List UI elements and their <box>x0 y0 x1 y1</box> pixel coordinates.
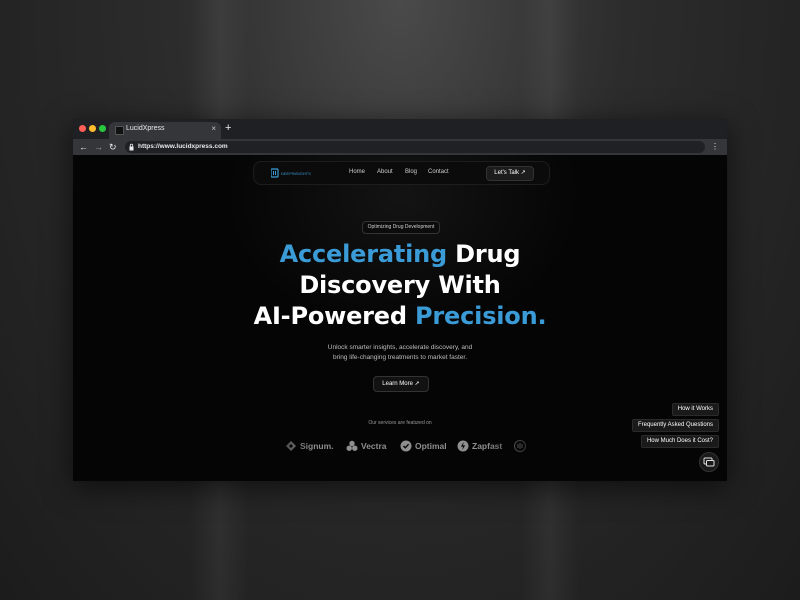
reload-icon[interactable]: ↻ <box>109 140 117 154</box>
maximize-window-button[interactable] <box>99 125 106 132</box>
faq-chip-frequently-asked[interactable]: Frequently Asked Questions <box>631 419 719 432</box>
lets-talk-button[interactable]: Let's Talk ↗ <box>486 166 534 181</box>
lock-icon <box>129 143 134 151</box>
address-bar[interactable]: https://www.lucidxpress.com <box>125 141 705 153</box>
site-logo[interactable]: DEEPINSIGHTS <box>271 168 315 178</box>
close-window-button[interactable] <box>79 125 86 132</box>
url-text: https://www.lucidxpress.com <box>138 143 228 150</box>
site-navbar: DEEPINSIGHTS Home About Blog Contact Let… <box>253 161 550 185</box>
chat-icon <box>703 457 715 467</box>
partner-vectra-label: Vectra <box>361 441 387 451</box>
headline-text-1: Drug <box>455 240 521 268</box>
headline-accent-2: Precision. <box>415 302 547 330</box>
minimize-window-button[interactable] <box>89 125 96 132</box>
nav-link-contact[interactable]: Contact <box>428 169 449 175</box>
logo-text: DEEPINSIGHTS <box>281 171 311 176</box>
nav-link-home[interactable]: Home <box>349 169 365 175</box>
browser-menu-icon[interactable]: ⋮ <box>711 141 719 153</box>
headline-text-2: Discovery With <box>299 271 501 299</box>
partner-optimal-label: Optimal <box>415 441 447 451</box>
faq-chip-cost[interactable]: How Much Does it Cost? <box>640 435 719 448</box>
browser-window: LucidXpress × + ← → ↻ https://www.lucidx… <box>73 119 727 481</box>
browser-toolbar: ← → ↻ https://www.lucidxpress.com ⋮ <box>73 139 727 155</box>
browser-tab[interactable]: LucidXpress × <box>109 122 221 139</box>
optimal-icon <box>400 440 412 452</box>
vectra-icon <box>346 440 358 451</box>
new-tab-button[interactable]: + <box>225 122 231 134</box>
hero-subtitle: Unlock smarter insights, accelerate disc… <box>273 343 527 363</box>
subtitle-line-2: bring life-changing treatments to market… <box>332 354 468 361</box>
hero-headline: Accelerating Drug Discovery With AI-Powe… <box>190 239 610 332</box>
headline-text-3: AI-Powered <box>253 302 407 330</box>
carousel-fade-right <box>487 431 547 461</box>
nav-link-about[interactable]: About <box>377 169 393 175</box>
nav-link-blog[interactable]: Blog <box>405 169 417 175</box>
learn-more-button[interactable]: Learn More ➚ <box>373 376 429 392</box>
partner-vectra: Vectra <box>346 439 387 453</box>
hero-badge: Optimizing Drug Development <box>362 221 440 234</box>
subtitle-line-1: Unlock smarter insights, accelerate disc… <box>327 344 473 351</box>
carousel-fade-left <box>253 431 313 461</box>
forward-icon[interactable]: → <box>94 140 103 154</box>
partner-optimal: Optimal <box>400 439 447 453</box>
web-page: DEEPINSIGHTS Home About Blog Contact Let… <box>73 155 727 481</box>
site-favicon-icon <box>115 126 124 135</box>
tab-strip: LucidXpress × + <box>73 119 727 139</box>
partners-caption: Our services are featured on <box>368 420 432 426</box>
tab-title: LucidXpress <box>126 125 165 132</box>
faq-chip-how-it-works[interactable]: How it Works <box>671 403 719 416</box>
chat-widget-button[interactable] <box>699 452 719 472</box>
zapfast-icon <box>457 440 469 452</box>
tab-close-icon[interactable]: × <box>211 124 216 134</box>
back-icon[interactable]: ← <box>79 140 88 154</box>
headline-accent-1: Accelerating <box>279 240 448 268</box>
